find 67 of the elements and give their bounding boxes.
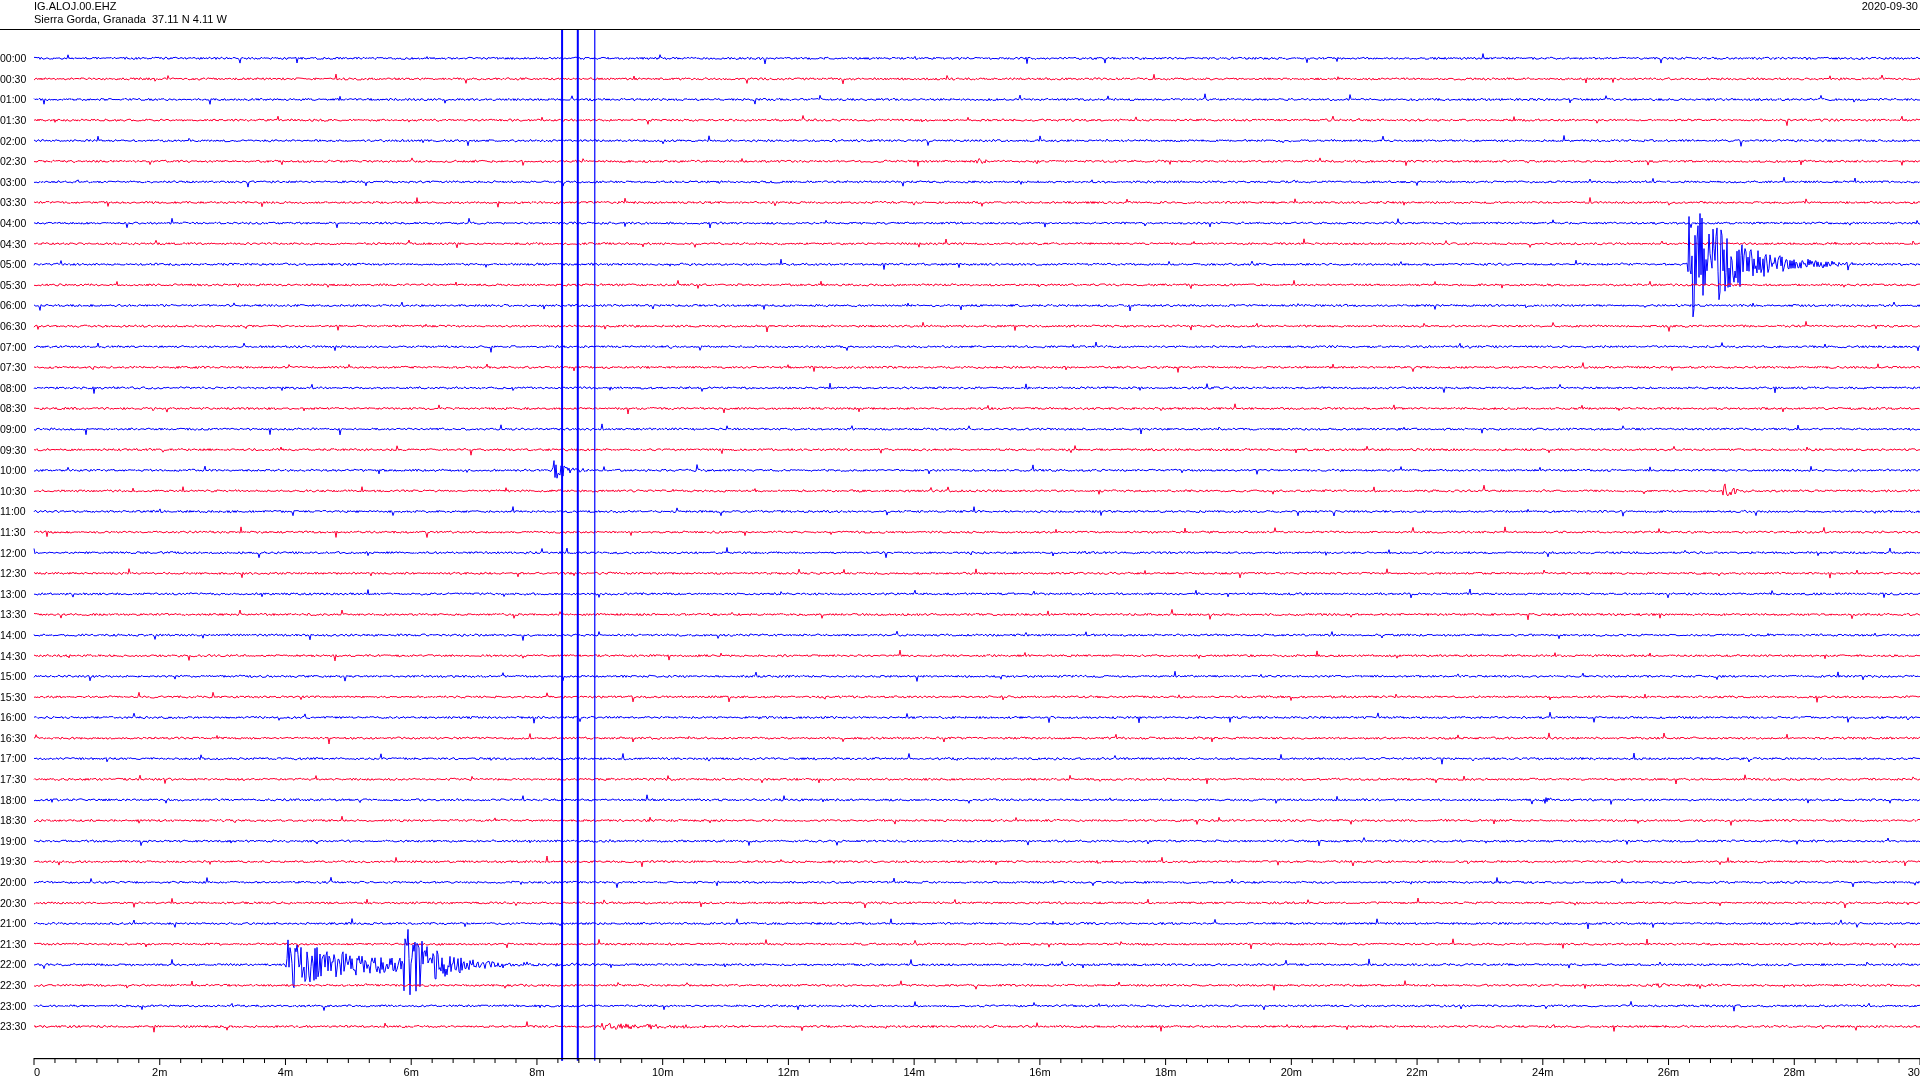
tick-label: 0: [34, 1065, 41, 1078]
time-label: 11:30: [0, 525, 26, 538]
time-label: 20:00: [0, 876, 27, 889]
tick-label: 4m: [277, 1065, 294, 1078]
time-label: 12:30: [0, 567, 27, 580]
time-label: 00:00: [0, 52, 27, 65]
time-label: 08:30: [0, 402, 27, 415]
tick-label: 28m: [1783, 1065, 1805, 1078]
date-label: 2020-09-30: [1861, 0, 1919, 13]
time-label: 19:00: [0, 834, 27, 847]
time-label: 10:00: [0, 464, 27, 477]
tick-label: 22m: [1406, 1065, 1428, 1078]
time-label: 11:00: [0, 505, 26, 518]
time-label: 00:30: [0, 72, 27, 85]
time-label: 21:30: [0, 937, 27, 950]
time-label: 22:30: [0, 979, 27, 991]
time-label: 16:00: [0, 711, 27, 724]
time-label: 09:30: [0, 443, 27, 456]
time-label: 17:30: [0, 773, 27, 786]
time-label: 06:00: [0, 299, 27, 312]
time-label: 23:30: [0, 1020, 27, 1033]
tick-label: 30: [1907, 1065, 1920, 1078]
time-label: 16:30: [0, 731, 27, 744]
tick-label: 2m: [152, 1065, 168, 1078]
tick-label: 16m: [1029, 1065, 1051, 1078]
time-label: 05:30: [0, 278, 27, 291]
time-label: 12:00: [0, 546, 27, 559]
time-label: 13:00: [0, 587, 27, 600]
tick-label: 6m: [403, 1065, 419, 1078]
tick-label: 10m: [651, 1065, 674, 1078]
time-label: 17:00: [0, 752, 27, 765]
time-label: 02:30: [0, 155, 27, 168]
time-label: 15:00: [0, 670, 27, 683]
time-label: 18:30: [0, 814, 27, 827]
time-label: 22:00: [0, 958, 27, 971]
time-label: 10:30: [0, 484, 27, 497]
time-label: 23:00: [0, 999, 27, 1012]
time-label: 02:00: [0, 134, 27, 147]
time-label: 06:30: [0, 320, 27, 332]
station-location: Sierra Gorda, Granada 37.11 N 4.11 W: [34, 13, 227, 26]
time-label: 07:30: [0, 361, 27, 374]
tick-label: 18m: [1154, 1065, 1177, 1078]
time-label: 19:30: [0, 855, 27, 868]
tick-label: 26m: [1657, 1065, 1680, 1078]
time-label: 01:00: [0, 93, 27, 106]
time-label: 04:00: [0, 217, 27, 230]
time-label: 20:30: [0, 896, 27, 909]
time-label: 18:00: [0, 793, 27, 806]
tick-label: 12m: [777, 1065, 800, 1078]
time-label: 15:30: [0, 690, 27, 703]
time-label: 21:00: [0, 917, 27, 930]
station-code: IG.ALOJ.00.EHZ: [34, 0, 118, 13]
time-label: 03:00: [0, 175, 27, 188]
time-label: 14:00: [0, 628, 27, 641]
time-label: 09:00: [0, 423, 27, 435]
time-label: 03:30: [0, 196, 27, 209]
time-label: 04:30: [0, 237, 27, 250]
time-label: 08:00: [0, 381, 27, 394]
time-label: 13:30: [0, 608, 27, 621]
tick-label: 20m: [1280, 1065, 1303, 1078]
time-label: 05:00: [0, 258, 27, 271]
time-label: 01:30: [0, 114, 27, 127]
tick-label: 8m: [529, 1065, 545, 1078]
tick-label: 24m: [1532, 1065, 1554, 1078]
time-label: 07:00: [0, 340, 27, 353]
time-label: 14:30: [0, 649, 27, 662]
tick-label: 14m: [903, 1065, 925, 1078]
